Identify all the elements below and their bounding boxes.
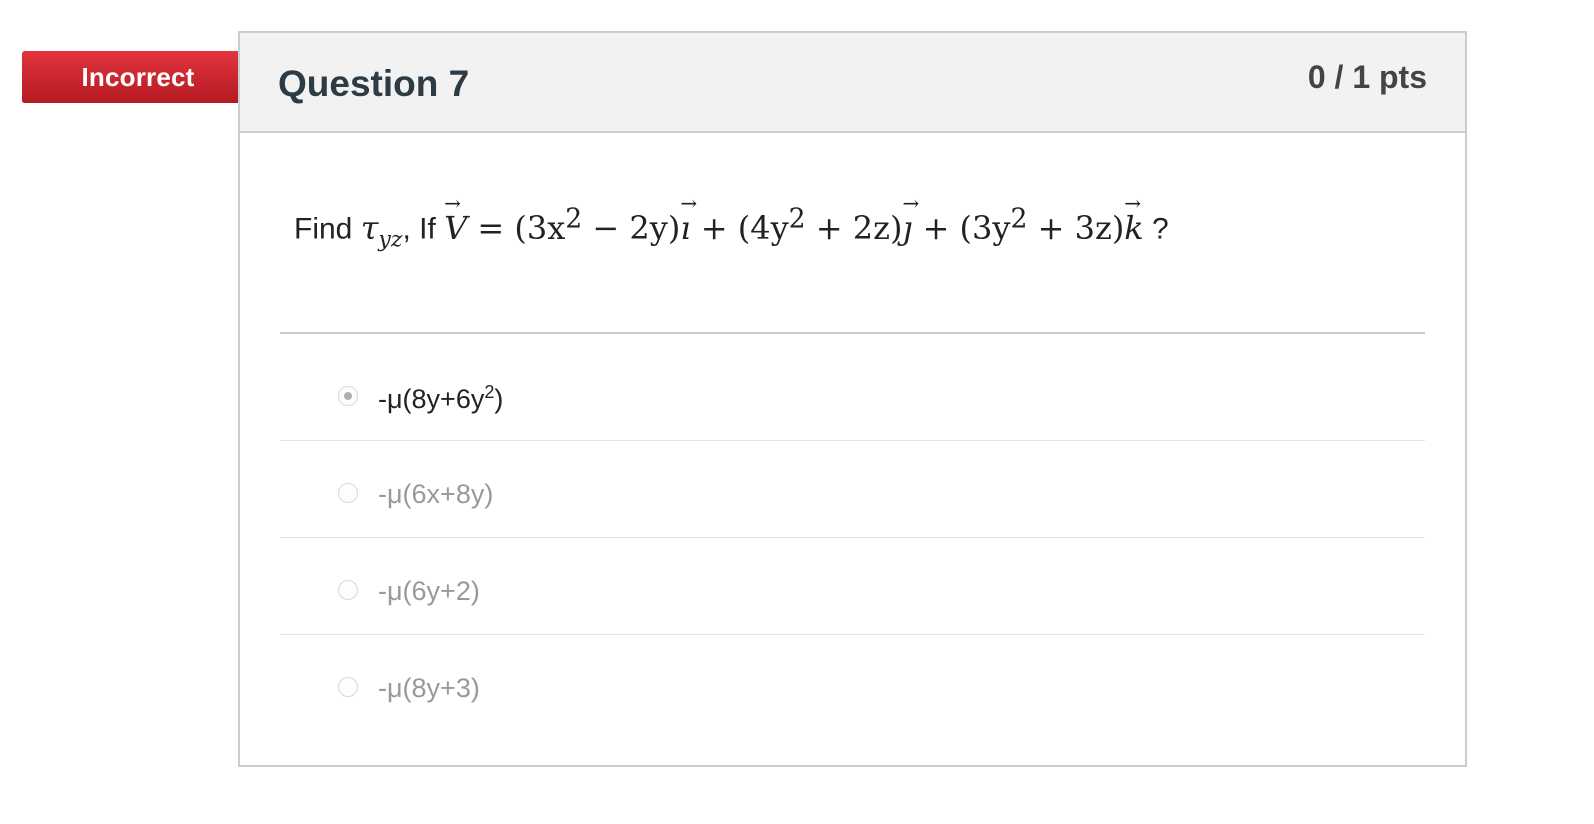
velocity-equation: V = (3x2 − 2y)ı + (4y2 + 2z)ȷ + (3y2 + 3… <box>444 191 1144 247</box>
question-points: 0 / 1 pts <box>1307 59 1427 95</box>
incorrect-badge-label: Incorrect <box>81 62 195 92</box>
unit-vector-i: ı <box>680 191 697 247</box>
tau-symbol: τyz <box>360 208 403 253</box>
question-header: Question 7 0 / 1 pts <box>240 33 1465 133</box>
prompt-prefix: Find <box>294 212 353 246</box>
radio-button[interactable] <box>338 580 358 600</box>
answer-option[interactable]: -μ(6x+8y) <box>280 441 1425 538</box>
question-title: Question 7 <box>278 63 470 104</box>
answer-option[interactable]: -μ(8y+6y2) <box>280 344 1425 441</box>
answer-label: -μ(8y+6y2) <box>378 382 504 414</box>
unit-vector-j: ȷ <box>902 191 919 247</box>
if-text: , If <box>402 212 436 246</box>
answer-label: -μ(6x+8y) <box>378 479 494 509</box>
answer-option[interactable]: -μ(6y+2) <box>280 538 1425 635</box>
question-prompt: Find τyz, If V = (3x2 − 2y)ı + (4y2 + 2z… <box>294 191 1169 253</box>
incorrect-badge: Incorrect <box>22 51 266 103</box>
answer-label: -μ(8y+3) <box>378 673 480 703</box>
vector-v: V <box>444 191 467 247</box>
answers-divider <box>280 332 1425 334</box>
radio-button[interactable] <box>338 483 358 503</box>
answer-option[interactable]: -μ(8y+3) <box>280 635 1425 731</box>
unit-vector-k: k <box>1124 191 1143 247</box>
question-card: Question 7 0 / 1 pts Find τyz, If V = (3… <box>238 31 1467 767</box>
radio-button-selected[interactable] <box>338 386 358 406</box>
question-mark: ? <box>1143 212 1169 246</box>
radio-button[interactable] <box>338 677 358 697</box>
answer-label: -μ(6y+2) <box>378 576 480 606</box>
quiz-result-view: Incorrect Question 7 0 / 1 pts Find τyz,… <box>0 0 1594 824</box>
